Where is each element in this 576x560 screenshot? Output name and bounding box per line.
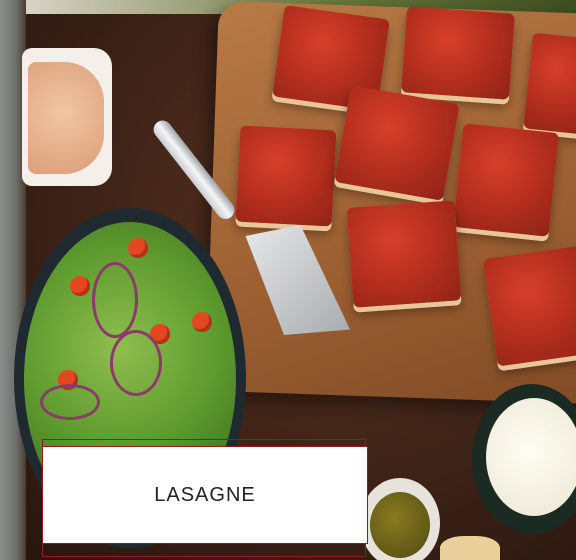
lasagne-square	[235, 125, 337, 227]
lasagne-square	[401, 6, 515, 100]
red-onion	[110, 330, 162, 396]
lasagne-square	[482, 245, 576, 367]
lasagne-square	[523, 32, 576, 136]
lasagne-square	[346, 200, 462, 308]
caption-title: LASAGNE	[154, 483, 256, 506]
sauce	[28, 62, 104, 174]
bread	[440, 536, 500, 560]
grated-parmesan	[486, 398, 576, 516]
caption-box[interactable]: LASAGNE	[42, 446, 368, 544]
tomato	[70, 276, 90, 296]
food-photo: LASAGNE	[0, 0, 576, 560]
red-onion	[40, 384, 100, 420]
lasagne-square	[452, 123, 560, 237]
lasagne-square	[334, 85, 460, 201]
herb-oil	[370, 492, 430, 558]
red-onion	[92, 262, 138, 338]
tomato	[128, 238, 148, 258]
tomato	[192, 312, 212, 332]
